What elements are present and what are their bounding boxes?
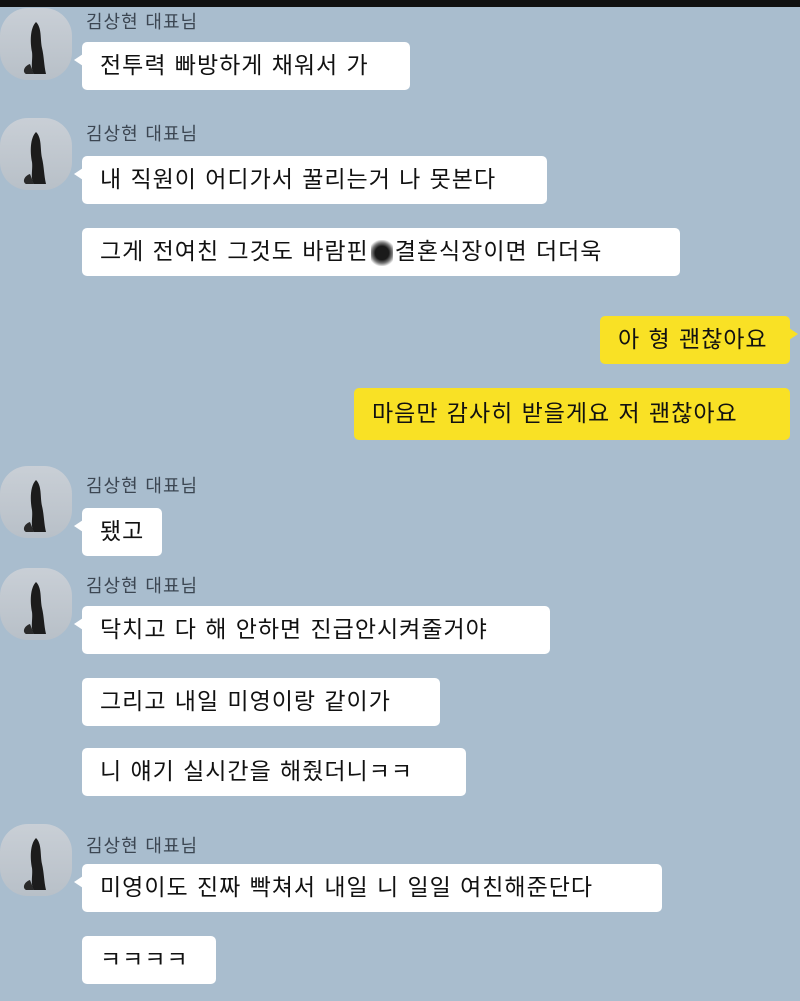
message-bubble[interactable]: 됐고: [74, 508, 162, 556]
message-text: 결혼식장이면 더더욱: [394, 239, 603, 265]
blurred-blot: [370, 239, 393, 266]
message-bubble[interactable]: 닥치고 다 해 안하면 진급안시켜줄거야: [74, 606, 550, 654]
message-bubble[interactable]: 니 얘기 실시간을 해줬더니ㅋㅋ: [82, 748, 466, 796]
profile-photo-icon: [23, 22, 46, 74]
avatar[interactable]: [0, 466, 72, 538]
sender-name: 김상현 대표님: [86, 12, 199, 33]
message-bubble[interactable]: ㅋㅋㅋㅋ: [82, 936, 216, 984]
message-text: 그게 전여친 그것도 바람핀: [100, 239, 369, 265]
profile-photo-icon: [23, 838, 46, 890]
avatar[interactable]: [0, 118, 72, 190]
sender-name: 김상현 대표님: [86, 836, 199, 857]
profile-photo-icon: [23, 582, 46, 634]
profile-photo-icon: [23, 132, 46, 184]
message-bubble[interactable]: 그리고 내일 미영이랑 같이가: [82, 678, 440, 726]
my-message-bubble[interactable]: 마음만 감사히 받을게요 저 괜찮아요: [354, 388, 790, 440]
message-bubble[interactable]: 내 직원이 어디가서 꿀리는거 나 못본다: [74, 156, 547, 204]
chat-area[interactable]: 김상현 대표님 전투력 빠방하게 채워서 가 김상현 대표님 내 직원이 어디가…: [0, 0, 800, 1001]
avatar[interactable]: [0, 824, 72, 896]
sender-name: 김상현 대표님: [86, 476, 199, 497]
avatar[interactable]: [0, 8, 72, 80]
profile-photo-icon: [23, 480, 46, 532]
sender-name: 김상현 대표님: [86, 124, 199, 145]
sender-name: 김상현 대표님: [86, 576, 199, 597]
message-bubble[interactable]: 그게 전여친 그것도 바람핀 결혼식장이면 더더욱: [82, 228, 680, 276]
my-message-bubble[interactable]: 아 형 괜찮아요: [600, 316, 798, 364]
message-bubble[interactable]: 전투력 빠방하게 채워서 가: [74, 42, 410, 90]
message-bubble[interactable]: 미영이도 진짜 빡쳐서 내일 니 일일 여친해준단다: [74, 864, 662, 912]
avatar[interactable]: [0, 568, 72, 640]
